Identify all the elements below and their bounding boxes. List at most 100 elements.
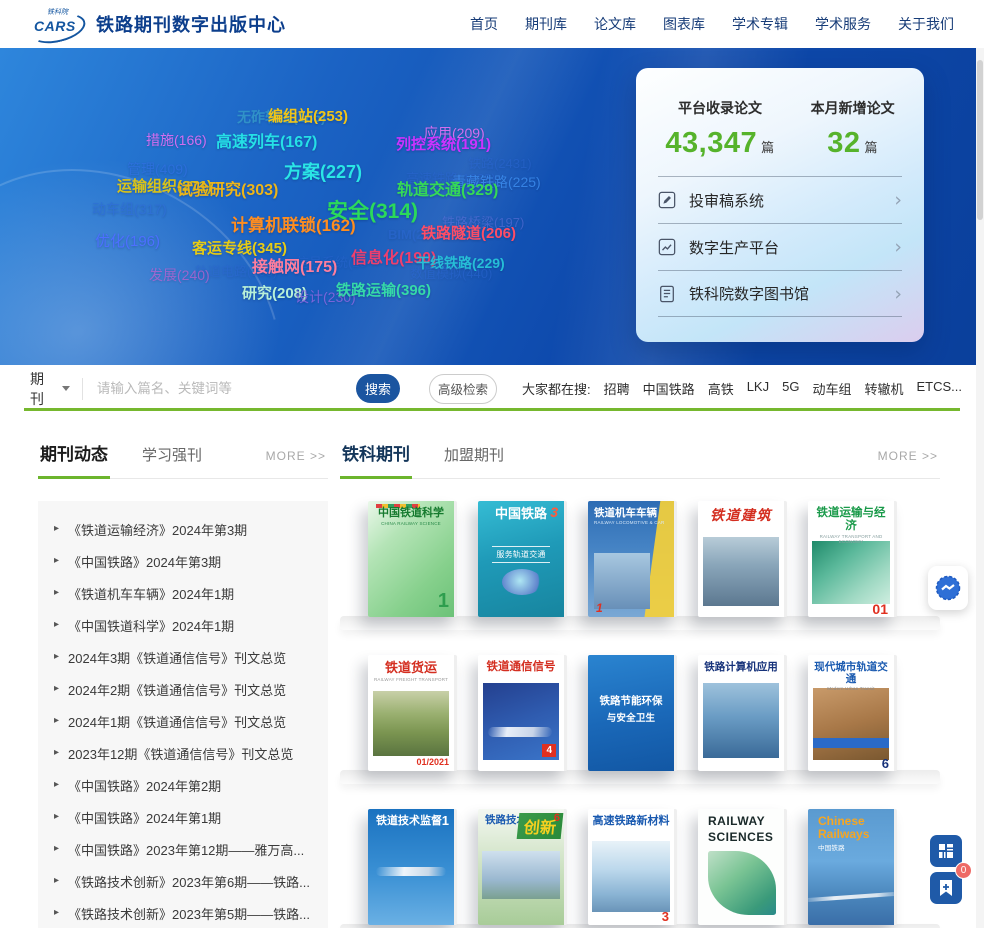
list-item[interactable]: ▸2024年1期《铁道通信信号》刊文总览 <box>44 705 322 737</box>
chevron-right-icon: › <box>894 189 902 211</box>
tab-journal-news[interactable]: 期刊动态 <box>38 440 110 478</box>
journal-cover[interactable]: 铁道机车车辆RAILWAY LOCOMOTIVE & CAR1 <box>588 501 677 617</box>
nav-item-6[interactable]: 关于我们 <box>898 14 954 34</box>
tab-cars-journals[interactable]: 铁科期刊 <box>340 440 412 478</box>
journal-cover[interactable]: 铁路节能环保与安全卫生 <box>588 655 677 771</box>
keyword-tag[interactable]: BIM(2 <box>388 228 423 241</box>
keyword-tag[interactable]: 试验研究(303) <box>177 183 278 199</box>
news-column: 期刊动态 学习强刊 MORE >> ▸《铁道运输经济》2024年第3期▸《中国铁… <box>38 440 328 928</box>
list-item[interactable]: ▸《中国铁道科学》2024年1期 <box>44 609 322 641</box>
journal-issue-badge: 1 <box>596 601 603 615</box>
journal-cover[interactable]: 铁道通信信号4 <box>478 655 567 771</box>
scrollbar-thumb[interactable] <box>977 60 983 220</box>
stat-label: 本月新增论文 <box>811 98 895 118</box>
shelf-row-2: 铁道货运RAILWAY FREIGHT TRANSPORT01/2021铁道通信… <box>340 655 940 784</box>
keyword-tag[interactable]: 方案(227) <box>284 163 362 181</box>
nav-item-2[interactable]: 论文库 <box>594 14 636 34</box>
hot-keyword[interactable]: ETCS... <box>916 379 962 398</box>
journal-issue-badge: 4 <box>542 744 556 757</box>
search-input[interactable] <box>83 381 356 396</box>
nav-item-0[interactable]: 首页 <box>470 14 498 34</box>
list-item[interactable]: ▸《中国铁路》2024年第1期 <box>44 801 322 833</box>
triangle-bullet-icon: ▸ <box>54 552 59 569</box>
list-item[interactable]: ▸《铁道运输经济》2024年第3期 <box>44 513 322 545</box>
search-button[interactable]: 搜索 <box>356 374 400 403</box>
keyword-tag[interactable]: 编组站(253) <box>268 109 348 124</box>
floating-logo-button[interactable] <box>928 566 968 610</box>
triangle-bullet-icon: ▸ <box>54 840 59 857</box>
advanced-search-button[interactable]: 高级检索 <box>429 374 497 404</box>
keyword-tag[interactable]: 计算机联锁(162) <box>231 217 356 234</box>
journal-cover-head: 高速铁路新材料 <box>588 809 674 828</box>
journal-cover[interactable]: 铁道建筑 <box>698 501 787 617</box>
hero-banner: 无砟轨道(185)编组站(253)措施(166)应用(209)高速列车(167)… <box>0 48 984 365</box>
list-item[interactable]: ▸2023年12期《铁道通信信号》刊文总览 <box>44 737 322 769</box>
hot-keyword[interactable]: 招聘 <box>604 379 630 398</box>
news-more-link[interactable]: MORE >> <box>266 449 328 463</box>
nav-item-1[interactable]: 期刊库 <box>525 14 567 34</box>
stats-link-投审稿系统[interactable]: 投审稿系统 › <box>658 176 902 223</box>
journal-cover[interactable]: RAILWAYSCIENCES <box>698 809 787 925</box>
list-item[interactable]: ▸《铁道机车车辆》2024年1期 <box>44 577 322 609</box>
journal-cover[interactable]: 铁路计算机应用 <box>698 655 787 771</box>
keyword-tag[interactable]: 高速列车(167) <box>216 135 317 151</box>
keyword-tag[interactable]: 列控系统(191) <box>396 137 491 152</box>
keyword-tag[interactable]: 动车组(317) <box>92 202 167 216</box>
keyword-tag[interactable]: 铁路(2431) <box>468 157 532 170</box>
keyword-tag[interactable]: 客运专线(345) <box>192 241 287 256</box>
keyword-tag[interactable]: 管理(409) <box>127 162 188 176</box>
tab-partner-journals[interactable]: 加盟期刊 <box>442 444 506 478</box>
covers-row: 铁道技术监督1铁路技术创新6高速铁路新材料3RAILWAYSCIENCESChi… <box>340 809 940 925</box>
list-item[interactable]: ▸《中国铁路》2024年第3期 <box>44 545 322 577</box>
hot-keyword[interactable]: 转辙机 <box>864 379 903 398</box>
list-item-text: 《中国铁路》2024年第1期 <box>68 808 221 827</box>
tab-study-journal[interactable]: 学习强刊 <box>140 444 204 478</box>
list-item[interactable]: ▸《中国铁路》2023年第12期——雅万高... <box>44 833 322 865</box>
keyword-tag[interactable]: 轨道交通(329) <box>397 183 498 199</box>
list-item[interactable]: ▸《中国铁路》2024年第2期 <box>44 769 322 801</box>
keyword-tag[interactable]: 铁路隧道(206) <box>421 226 516 241</box>
journal-cover[interactable]: 中国铁道科学CHINA RAILWAY SCIENCE1 <box>368 501 457 617</box>
stats-link-label: 投审稿系统 <box>689 190 764 211</box>
journal-cover[interactable]: 铁道运输与经济RAILWAY TRANSPORT AND ECONOMY01 <box>808 501 897 617</box>
nav-item-3[interactable]: 图表库 <box>663 14 705 34</box>
journal-cover[interactable]: Chinese Railways中国铁路 <box>808 809 897 925</box>
journal-cover-subtitle: 与安全卫生 <box>592 710 670 724</box>
keyword-tag[interactable]: 接触网(175) <box>252 260 337 276</box>
hot-keyword[interactable]: LKJ <box>747 379 769 398</box>
hot-keyword[interactable]: 高铁 <box>708 379 734 398</box>
hot-keyword[interactable]: 动车组 <box>812 379 851 398</box>
journal-cover-title: Chinese Railways <box>812 815 890 840</box>
logo-small-text: 铁科院 <box>47 7 68 17</box>
search-category-dropdown[interactable]: 期刊 <box>22 369 82 409</box>
nav-item-4[interactable]: 学术专辑 <box>732 14 788 34</box>
journal-cover[interactable]: 现代城市轨道交通Modern Urban Transit6 <box>808 655 897 771</box>
stat-unit: 篇 <box>761 140 775 155</box>
list-item[interactable]: ▸《铁路技术创新》2023年第5期——铁路... <box>44 897 322 928</box>
journal-cover[interactable]: 铁道货运RAILWAY FREIGHT TRANSPORT01/2021 <box>368 655 457 771</box>
list-item[interactable]: ▸《铁路技术创新》2023年第6期——铁路... <box>44 865 322 897</box>
journal-issue-badge: 01/2021 <box>416 757 449 767</box>
journal-grid-button[interactable] <box>930 835 962 867</box>
keyword-tag[interactable]: 优化(196) <box>95 234 160 249</box>
nav-item-5[interactable]: 学术服务 <box>815 14 871 34</box>
journal-cover-title: 铁道建筑 <box>702 507 780 523</box>
hot-keyword[interactable]: 中国铁路 <box>643 379 695 398</box>
journal-cover[interactable]: 中国铁路服务轨道交通3 <box>478 501 567 617</box>
journal-cover[interactable]: 铁道技术监督1 <box>368 809 457 925</box>
list-item-text: 《铁路技术创新》2023年第6期——铁路... <box>68 872 310 891</box>
stats-link-数字生产平台[interactable]: 数字生产平台› <box>658 223 902 270</box>
journal-cover[interactable]: 铁路技术创新6 <box>478 809 567 925</box>
journals-more-link[interactable]: MORE >> <box>878 449 940 463</box>
keyword-tag[interactable]: 发展(240) <box>149 268 210 282</box>
keyword-tag[interactable]: 措施(166) <box>146 133 207 147</box>
keyword-tag[interactable]: 数值模拟(440) <box>410 267 492 280</box>
stats-link-铁科院数字图书馆[interactable]: 铁科院数字图书馆› <box>658 270 902 317</box>
hot-keyword[interactable]: 5G <box>782 379 799 398</box>
journal-cover[interactable]: 高速铁路新材料3 <box>588 809 677 925</box>
list-item[interactable]: ▸2024年3期《铁道通信信号》刊文总览 <box>44 641 322 673</box>
list-item[interactable]: ▸2024年2期《铁道通信信号》刊文总览 <box>44 673 322 705</box>
site-title: 铁路期刊数字出版中心 <box>96 11 286 37</box>
journal-issue-badge: 6 <box>882 756 889 771</box>
keyword-tag[interactable]: 铁路运输(396) <box>336 283 431 298</box>
